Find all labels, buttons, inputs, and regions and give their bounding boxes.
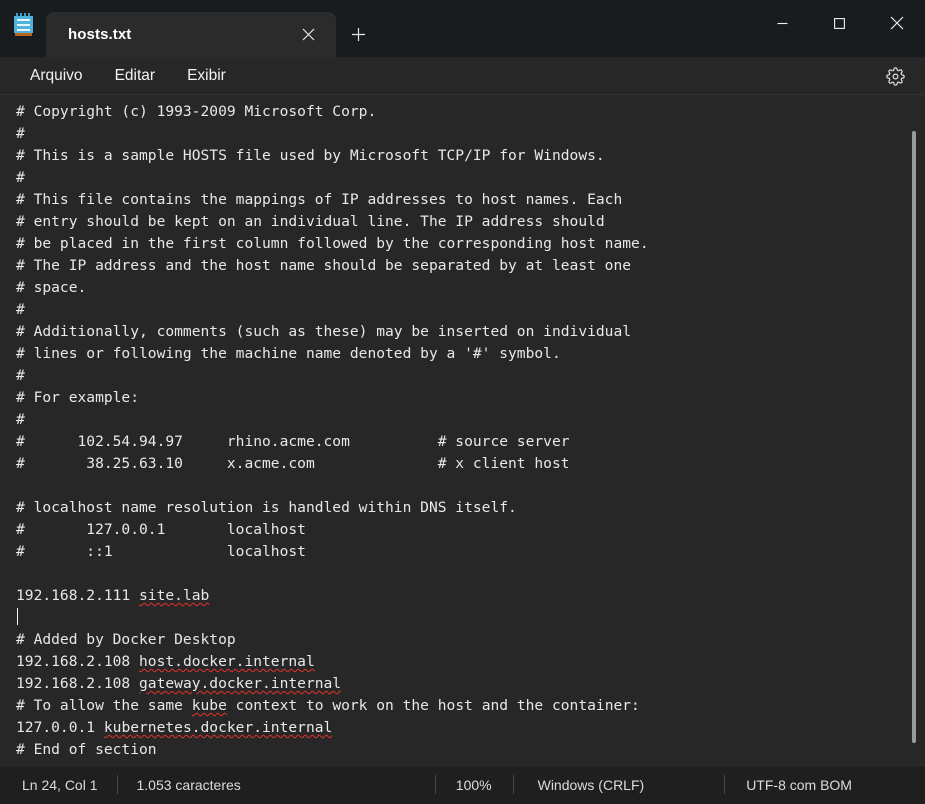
text-line: #	[16, 365, 925, 387]
text-line: # The IP address and the host name shoul…	[16, 255, 925, 277]
notepad-window: hosts.txt Arquivo Editar Exibir # Copyri…	[0, 0, 925, 804]
misspelled-word: gateway.docker.internal	[139, 675, 342, 692]
maximize-icon[interactable]	[811, 0, 868, 46]
text-run: # Additionally, comments (such as these)…	[16, 323, 632, 340]
scrollbar-thumb[interactable]	[912, 131, 916, 743]
text-run: # For example:	[16, 389, 140, 406]
text-run: # This file contains the mappings of IP …	[16, 191, 623, 208]
text-run: #	[16, 411, 25, 428]
misspelled-word: host.docker.internal	[139, 653, 315, 670]
text-run: # lines or following the machine name de…	[16, 345, 561, 362]
text-run: # localhost name resolution is handled w…	[16, 499, 517, 516]
text-run: # ::1 localhost	[16, 543, 306, 560]
text-editor-area[interactable]: # Copyright (c) 1993-2009 Microsoft Corp…	[0, 95, 925, 765]
text-run: #	[16, 301, 25, 318]
text-line: # entry should be kept on an individual …	[16, 211, 925, 233]
vertical-scrollbar[interactable]	[907, 95, 925, 765]
window-controls	[754, 0, 925, 57]
notepad-icon	[0, 0, 46, 57]
text-line: # This file contains the mappings of IP …	[16, 189, 925, 211]
text-run: # Copyright (c) 1993-2009 Microsoft Corp…	[16, 103, 377, 120]
status-divider-4	[724, 775, 726, 794]
minimize-icon[interactable]	[754, 0, 811, 46]
text-run: # 127.0.0.1 localhost	[16, 521, 306, 538]
text-run: # The IP address and the host name shoul…	[16, 257, 632, 274]
misspelled-word: site.lab	[139, 587, 210, 604]
text-line: #	[16, 167, 925, 189]
text-line: # Added by Docker Desktop	[16, 629, 925, 651]
text-line: # For example:	[16, 387, 925, 409]
statusbar-top-border	[0, 765, 925, 766]
text-line: #	[16, 299, 925, 321]
text-line: # To allow the same kube context to work…	[16, 695, 925, 717]
tab-hosts-txt[interactable]: hosts.txt	[46, 12, 336, 57]
text-run: # Added by Docker Desktop	[16, 631, 236, 648]
status-zoom[interactable]: 100%	[456, 777, 492, 793]
text-run: # This is a sample HOSTS file used by Mi…	[16, 147, 605, 164]
text-line: 127.0.0.1 kubernetes.docker.internal	[16, 717, 925, 739]
text-line: # ::1 localhost	[16, 541, 925, 563]
text-line	[16, 607, 925, 629]
text-line: # Additionally, comments (such as these)…	[16, 321, 925, 343]
status-line-ending[interactable]: Windows (CRLF)	[538, 777, 645, 793]
menu-item-exibir[interactable]: Exibir	[173, 62, 240, 90]
text-run: #	[16, 169, 25, 186]
new-tab-button[interactable]	[336, 12, 380, 57]
text-line: # lines or following the machine name de…	[16, 343, 925, 365]
text-line: # This is a sample HOSTS file used by Mi…	[16, 145, 925, 167]
text-run: # be placed in the first column followed…	[16, 235, 649, 252]
status-cursor-position[interactable]: Ln 24, Col 1	[22, 777, 98, 793]
text-line: # space.	[16, 277, 925, 299]
title-bar: hosts.txt	[0, 0, 925, 57]
status-divider-3	[512, 775, 514, 794]
text-run: #	[16, 367, 25, 384]
text-line	[16, 563, 925, 585]
text-run: #	[16, 125, 25, 142]
text-caret	[17, 608, 18, 625]
close-icon[interactable]	[294, 21, 322, 49]
text-line: # Copyright (c) 1993-2009 Microsoft Corp…	[16, 101, 925, 123]
close-icon[interactable]	[868, 0, 925, 46]
text-line: 192.168.2.111 site.lab	[16, 585, 925, 607]
text-run: # End of section	[16, 741, 157, 758]
text-line: # localhost name resolution is handled w…	[16, 497, 925, 519]
misspelled-word: kube	[191, 697, 227, 714]
text-run: 127.0.0.1	[16, 719, 104, 736]
text-line: # 102.54.94.97 rhino.acme.com # source s…	[16, 431, 925, 453]
menu-item-arquivo[interactable]: Arquivo	[16, 62, 97, 90]
text-run: # To allow the same	[16, 697, 192, 714]
tab-title: hosts.txt	[68, 26, 132, 43]
text-content[interactable]: # Copyright (c) 1993-2009 Microsoft Corp…	[16, 95, 925, 761]
text-line	[16, 475, 925, 497]
misspelled-word: kubernetes.docker.internal	[103, 719, 333, 736]
gear-icon[interactable]	[879, 60, 911, 92]
text-line: #	[16, 409, 925, 431]
text-run: 192.168.2.108	[16, 675, 140, 692]
text-line: #	[16, 123, 925, 145]
menu-bar: Arquivo Editar Exibir	[0, 57, 925, 95]
status-divider-1	[116, 775, 118, 794]
status-character-count[interactable]: 1.053 caracteres	[137, 777, 241, 793]
status-bar: Ln 24, Col 1 1.053 caracteres 100% Windo…	[0, 765, 925, 804]
text-line: # End of section	[16, 739, 925, 761]
tab-strip: hosts.txt	[46, 0, 380, 57]
text-run: # 102.54.94.97 rhino.acme.com # source s…	[16, 433, 570, 450]
text-run: 192.168.2.108	[16, 653, 140, 670]
text-line: # 127.0.0.1 localhost	[16, 519, 925, 541]
text-line: # 38.25.63.10 x.acme.com # x client host	[16, 453, 925, 475]
text-run: # space.	[16, 279, 87, 296]
text-run: # entry should be kept on an individual …	[16, 213, 605, 230]
text-run: 192.168.2.111	[16, 587, 140, 604]
text-run: # 38.25.63.10 x.acme.com # x client host	[16, 455, 570, 472]
menu-item-editar[interactable]: Editar	[101, 62, 170, 90]
text-line: # be placed in the first column followed…	[16, 233, 925, 255]
notepad-glyph	[13, 13, 33, 36]
text-line: 192.168.2.108 gateway.docker.internal	[16, 673, 925, 695]
text-line: 192.168.2.108 host.docker.internal	[16, 651, 925, 673]
text-run: context to work on the host and the cont…	[226, 697, 640, 714]
status-encoding[interactable]: UTF-8 com BOM	[746, 777, 852, 793]
status-divider-2	[434, 775, 436, 794]
